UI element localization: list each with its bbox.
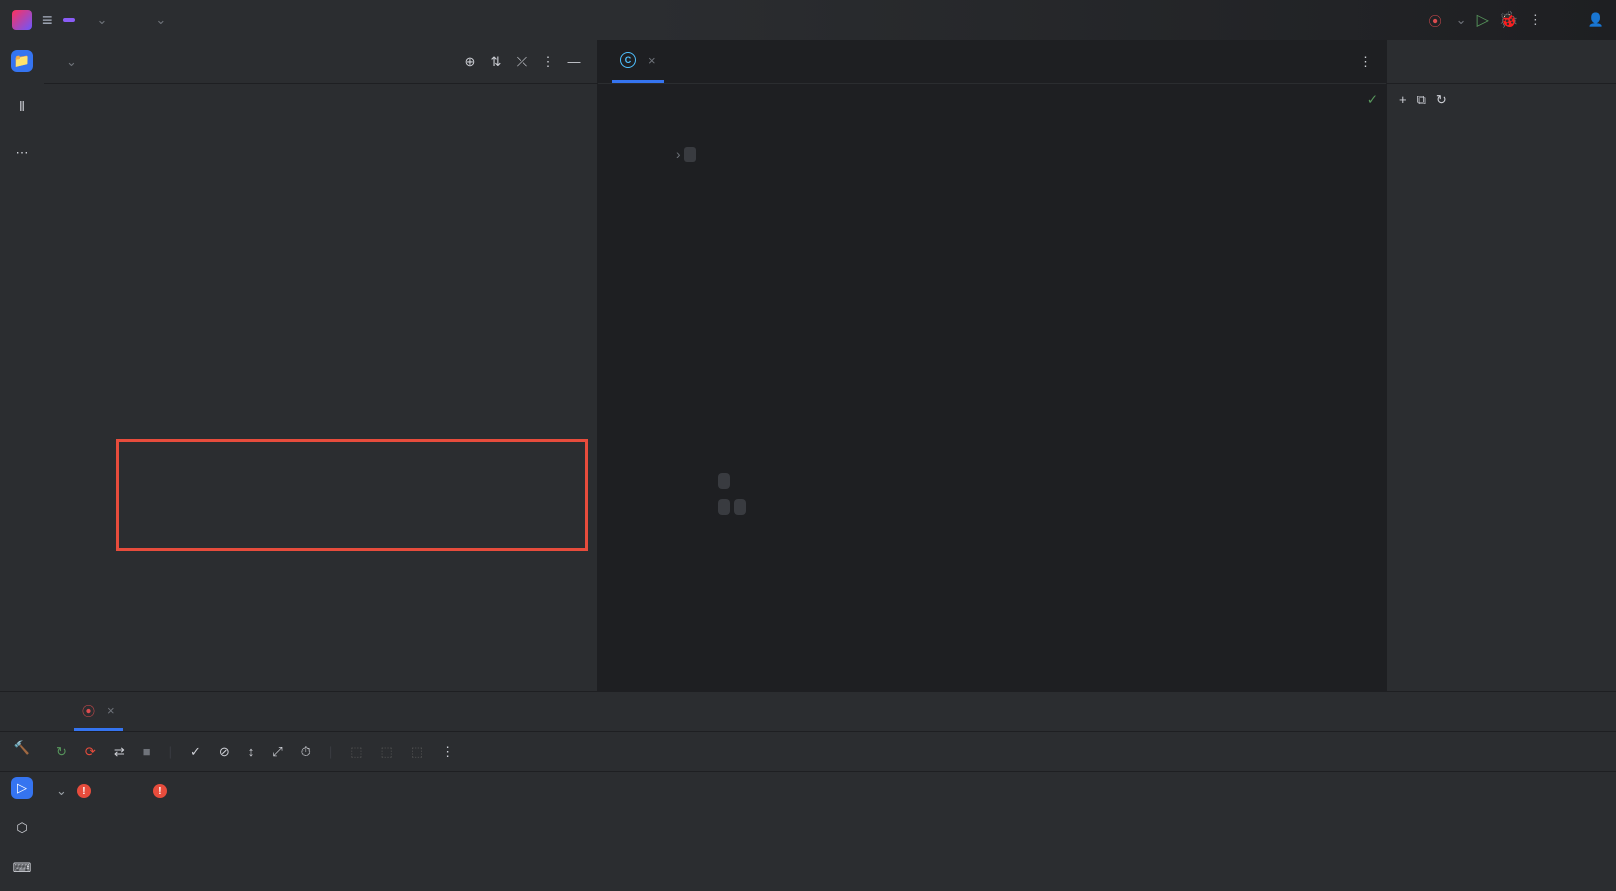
more-icon[interactable]: ⋮ xyxy=(539,54,557,70)
run-toolbar: ↻ ⟳ ⇄ ■ | ✓ ⊘ ↕ ⤢ ⏱ | ⬚ ⬚ ⬚ ⋮ xyxy=(0,732,1616,772)
main-menu-icon[interactable]: ≡ xyxy=(42,10,53,31)
code-editor[interactable]: ✓ › xyxy=(598,84,1386,691)
expand-icon[interactable]: ⇅ xyxy=(487,54,505,70)
sort-icon[interactable]: ↕ xyxy=(248,744,255,759)
build-tool-icon[interactable]: 🔨 xyxy=(11,737,33,759)
code-content[interactable]: › xyxy=(688,84,1386,691)
rerun-icon[interactable]: ↻ xyxy=(56,744,67,760)
editor-tab-active[interactable]: C × xyxy=(612,40,664,83)
history-icon[interactable]: ⏱ xyxy=(301,744,311,760)
show-ignored-icon[interactable]: ⊘ xyxy=(219,744,230,760)
export-icon[interactable]: ⬚ xyxy=(381,744,393,760)
terminal-tool-icon[interactable]: ⌨ xyxy=(11,857,33,879)
run-tab-sampletest[interactable]: ⦿ × xyxy=(74,692,123,731)
ide-logo-icon xyxy=(12,10,32,30)
chevron-down-icon[interactable]: ⌄ xyxy=(66,54,77,70)
locate-icon[interactable]: ⊕ xyxy=(461,54,479,70)
copy-icon[interactable]: ⧉ xyxy=(1417,92,1426,108)
project-tool-icon[interactable]: 📁 xyxy=(11,50,33,72)
more-tools-icon[interactable]: ⋯ xyxy=(11,142,33,164)
debug-icon[interactable]: 🐞 xyxy=(1499,10,1519,30)
show-passed-icon[interactable]: ✓ xyxy=(190,744,201,760)
more-icon[interactable]: ⋮ xyxy=(441,744,454,760)
stop-icon[interactable]: ■ xyxy=(143,744,151,759)
error-icon: ! xyxy=(153,784,167,798)
add-datasource-icon[interactable]: + xyxy=(1399,92,1407,108)
run-icon[interactable]: ▷ xyxy=(1477,10,1489,30)
chevron-down-icon[interactable]: ⌄ xyxy=(97,12,108,28)
titlebar: ≡ ⌄ ⌄ ⦿ ⌄ ▷ 🐞 ⋮ 👤 xyxy=(0,0,1616,40)
database-toolbar: + ⧉ ↻ xyxy=(1387,84,1616,116)
test-icon: ⦿ xyxy=(1429,11,1442,30)
run-panel: ⦿ × ↻ ⟳ ⇄ ■ | ✓ ⊘ ↕ ⤢ ⏱ | ⬚ ⬚ ⬚ ⋮ ⌄ ! ! xyxy=(0,691,1616,891)
project-badge xyxy=(63,18,75,22)
hide-icon[interactable]: — xyxy=(565,54,583,69)
expand-all-icon[interactable]: ⤢ xyxy=(272,744,282,760)
run-config-selector[interactable]: ⦿ ⌄ xyxy=(1429,11,1467,30)
annotation-box xyxy=(116,439,588,551)
line-gutter xyxy=(598,84,668,691)
more-icon[interactable]: ⋮ xyxy=(1359,54,1372,70)
chevron-down-icon: ⌄ xyxy=(1456,12,1467,28)
left-bottom-rail: 🔨 ▷ ⬡ ⌨ xyxy=(0,737,44,891)
close-icon[interactable]: × xyxy=(648,53,656,68)
error-icon: ! xyxy=(77,784,91,798)
gutter-marks xyxy=(668,84,688,691)
run-tool-icon[interactable]: ▷ xyxy=(11,777,33,799)
database-panel-title xyxy=(1387,40,1616,84)
left-tool-rail: 📁 ⫴ ⋯ xyxy=(0,40,44,691)
project-tree[interactable] xyxy=(44,84,597,691)
more-icon[interactable]: ⋮ xyxy=(1529,12,1542,28)
database-panel: + ⧉ ↻ xyxy=(1386,40,1616,691)
toggle-auto-icon[interactable]: ⇄ xyxy=(114,744,125,760)
chevron-down-icon[interactable]: ⌄ xyxy=(56,783,67,799)
chevron-down-icon[interactable]: ⌄ xyxy=(155,12,166,28)
services-tool-icon[interactable]: ⬡ xyxy=(11,817,33,839)
database-tree[interactable] xyxy=(1387,116,1616,124)
run-status-bar: ⌄ ! ! xyxy=(0,772,1616,810)
settings-icon[interactable]: ⬚ xyxy=(411,744,423,760)
project-panel: ⌄ ⊕ ⇅ ⤫ ⋮ — xyxy=(44,40,598,691)
account-icon[interactable]: 👤 xyxy=(1588,12,1604,28)
collapse-icon[interactable]: ⤫ xyxy=(513,54,531,70)
editor-tabs: C × ⋮ xyxy=(598,40,1386,84)
close-icon[interactable]: × xyxy=(107,703,115,718)
run-panel-tabs: ⦿ × xyxy=(0,692,1616,732)
analysis-ok-icon[interactable]: ✓ xyxy=(1367,92,1378,108)
rerun-failed-icon[interactable]: ⟳ xyxy=(85,744,96,760)
refresh-icon[interactable]: ↻ xyxy=(1436,92,1447,108)
structure-tool-icon[interactable]: ⫴ xyxy=(11,96,33,118)
test-fail-icon: ⦿ xyxy=(82,701,95,720)
editor-area: C × ⋮ ✓ › xyxy=(598,40,1386,691)
class-icon: C xyxy=(620,52,636,68)
project-panel-header: ⌄ ⊕ ⇅ ⤫ ⋮ — xyxy=(44,40,597,84)
import-icon[interactable]: ⬚ xyxy=(350,744,362,760)
